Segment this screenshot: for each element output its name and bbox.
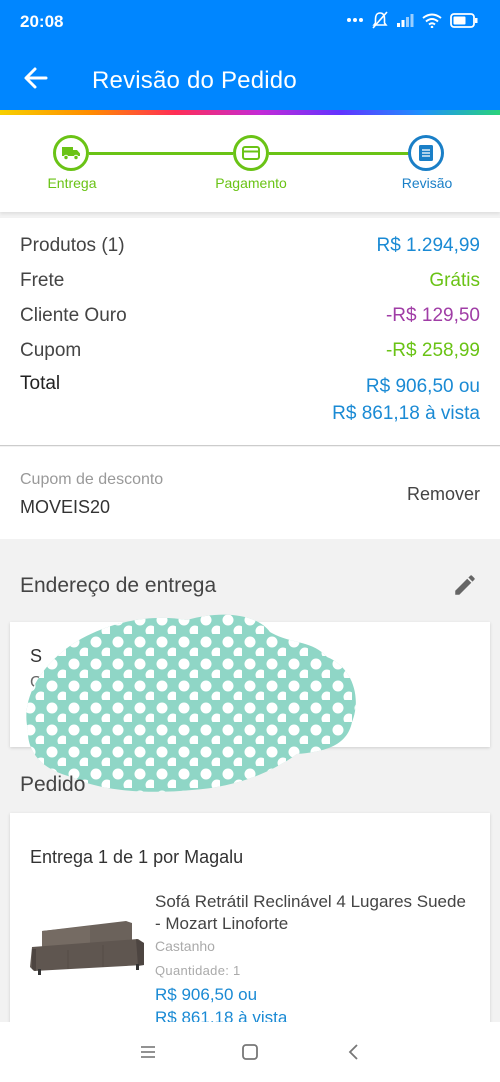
redaction-overlay bbox=[26, 614, 356, 792]
summary-gold-row: Cliente Ouro -R$ 129,50 bbox=[20, 305, 480, 327]
coupon-label: Cupom de desconto bbox=[20, 471, 164, 488]
page-title: Revisão do Pedido bbox=[92, 67, 297, 94]
total-installment: R$ 906,50 ou bbox=[365, 376, 480, 397]
products-value: R$ 1.294,99 bbox=[376, 235, 480, 256]
product-quantity: Quantidade: 1 bbox=[155, 963, 241, 978]
coupon-discount-label: Cupom bbox=[20, 340, 82, 361]
step-pagamento[interactable] bbox=[233, 135, 269, 171]
summary-products-row: Produtos (1) R$ 1.294,99 bbox=[20, 235, 480, 257]
notifications-off-icon bbox=[372, 11, 388, 29]
stepper-line-1 bbox=[89, 152, 233, 155]
gold-value: -R$ 129,50 bbox=[385, 305, 480, 326]
address-section-title: Endereço de entrega bbox=[20, 574, 217, 597]
coupon-discount-value: -R$ 258,99 bbox=[385, 340, 480, 361]
coupon-section: Cupom de desconto MOVEIS20 Remover bbox=[0, 447, 500, 539]
system-navigation-bar bbox=[0, 1022, 500, 1082]
status-time: 20:08 bbox=[20, 12, 64, 31]
shipping-label: Frete bbox=[20, 270, 65, 291]
edit-pencil-icon[interactable] bbox=[452, 572, 478, 598]
checkout-stepper: Entrega Pagamento Revisão bbox=[0, 115, 500, 212]
wifi-icon bbox=[422, 13, 442, 28]
summary-shipping-row: Frete Grátis bbox=[20, 270, 480, 292]
remove-coupon-button[interactable]: Remover bbox=[407, 484, 480, 505]
truck-icon bbox=[62, 147, 80, 160]
step-entrega[interactable] bbox=[53, 135, 89, 171]
more-dots-icon bbox=[347, 18, 363, 22]
order-card: Entrega 1 de 1 por Magalu Sofá Retrátil … bbox=[10, 813, 490, 1033]
stepper-line-2 bbox=[269, 152, 409, 155]
step-label-entrega: Entrega bbox=[47, 175, 97, 191]
step-revisao[interactable] bbox=[408, 135, 444, 171]
card-icon bbox=[242, 146, 260, 160]
back-icon[interactable] bbox=[342, 1040, 366, 1064]
battery-icon bbox=[450, 12, 478, 28]
back-arrow-icon[interactable] bbox=[20, 62, 52, 94]
products-label: Produtos (1) bbox=[20, 235, 125, 256]
summary-total-row: Total R$ 906,50 ou R$ 861,18 à vista bbox=[20, 373, 480, 427]
status-icons bbox=[346, 11, 478, 29]
coupon-code: MOVEIS20 bbox=[20, 497, 111, 517]
product-name[interactable]: Sofá Retrátil Reclinável 4 Lugares Suede… bbox=[155, 891, 475, 935]
product-image[interactable] bbox=[28, 909, 148, 981]
product-color: Castanho bbox=[155, 938, 215, 954]
status-bar: 20:08 bbox=[0, 0, 500, 44]
order-summary: Produtos (1) R$ 1.294,99 Frete Grátis Cl… bbox=[0, 218, 500, 446]
step-label-pagamento: Pagamento bbox=[215, 175, 287, 191]
total-label: Total bbox=[20, 373, 61, 394]
signal-icon bbox=[397, 14, 414, 27]
document-icon bbox=[419, 145, 433, 161]
product-price: R$ 906,50 ou bbox=[155, 985, 258, 1004]
gold-label: Cliente Ouro bbox=[20, 305, 127, 326]
menu-icon[interactable] bbox=[136, 1040, 160, 1064]
order-section-title: Pedido bbox=[20, 773, 86, 796]
total-cash: R$ 861,18 à vista bbox=[332, 403, 480, 424]
delivery-label: Entrega 1 de 1 por Magalu bbox=[30, 847, 244, 867]
summary-coupon-row: Cupom -R$ 258,99 bbox=[20, 340, 480, 362]
app-bar: Revisão do Pedido bbox=[0, 44, 500, 110]
step-label-revisao: Revisão bbox=[401, 175, 453, 191]
total-value: R$ 906,50 ou R$ 861,18 à vista bbox=[332, 373, 480, 427]
shipping-value: Grátis bbox=[429, 270, 480, 291]
home-icon[interactable] bbox=[238, 1040, 262, 1064]
